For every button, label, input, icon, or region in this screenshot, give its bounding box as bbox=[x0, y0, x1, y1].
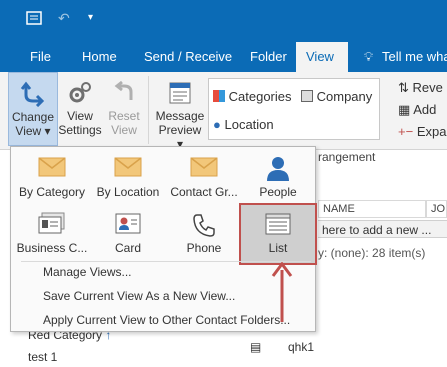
ribbon-tabs: File Home Send / Receive Folder View 💡︎ … bbox=[0, 42, 447, 72]
tab-folder[interactable]: Folder bbox=[240, 42, 297, 72]
change-view-button[interactable]: Change View ▾ bbox=[8, 72, 58, 146]
view-contact-groups[interactable]: Contact Gr... bbox=[165, 149, 243, 209]
annotation-arrow-icon bbox=[271, 262, 293, 322]
location-icon: ● bbox=[213, 117, 221, 132]
reverse-sort-button[interactable]: ⇅ Reve bbox=[398, 80, 443, 96]
ribbon: Change View ▾ View Settings Reset View M… bbox=[0, 72, 447, 151]
add-columns-icon: ▦ bbox=[398, 102, 411, 117]
message-preview-button[interactable]: Message Preview ▾ bbox=[154, 72, 206, 151]
arrangement-company[interactable]: Company bbox=[301, 89, 372, 104]
view-settings-label: View bbox=[67, 109, 93, 123]
tab-file[interactable]: File bbox=[20, 42, 61, 72]
view-people[interactable]: People bbox=[239, 149, 317, 209]
customize-qat-icon[interactable]: ▾ bbox=[88, 12, 93, 23]
tab-tell-me[interactable]: 💡︎ Tell me wha bbox=[356, 42, 447, 72]
add-new-row[interactable]: here to add a new ... bbox=[318, 220, 447, 238]
message-preview-label: Message bbox=[155, 109, 205, 123]
change-view-icon bbox=[20, 81, 45, 108]
title-bar: ↶ ▾ bbox=[0, 0, 447, 42]
reset-view-label: Reset bbox=[108, 109, 140, 123]
filter-status: y: (none): 28 item(s) bbox=[318, 246, 426, 260]
jo-column-header[interactable]: JO bbox=[426, 200, 447, 218]
envelope-icon bbox=[114, 157, 142, 177]
manage-views-menu-item[interactable]: Manage Views... bbox=[43, 265, 132, 279]
view-by-category[interactable]: By Category bbox=[13, 149, 91, 209]
contact-card-small-icon: ▤ bbox=[250, 340, 262, 354]
list-item[interactable]: test 1 bbox=[28, 350, 57, 364]
view-settings-label-2: Settings bbox=[58, 123, 102, 137]
arrangement-location[interactable]: ● Location bbox=[213, 117, 274, 132]
envelope-icon bbox=[190, 157, 218, 177]
undo-icon[interactable]: ↶ bbox=[58, 10, 70, 27]
tab-send-receive[interactable]: Send / Receive bbox=[134, 42, 242, 72]
reset-icon bbox=[114, 80, 133, 100]
menu-divider bbox=[21, 261, 311, 262]
save-current-view-menu-item[interactable]: Save Current View As a New View... bbox=[43, 289, 235, 303]
envelope-icon bbox=[38, 157, 66, 177]
reset-view-button[interactable]: Reset View bbox=[104, 72, 144, 146]
message-preview-icon bbox=[169, 82, 191, 104]
business-card-icon bbox=[38, 212, 65, 234]
building-icon bbox=[301, 90, 313, 102]
phone-icon bbox=[193, 214, 215, 237]
contact-list: Red Category ↑ test 1 ▤ qhk1 bbox=[0, 328, 447, 367]
expand-collapse-button[interactable]: +− Expa bbox=[398, 124, 446, 139]
view-settings-button[interactable]: View Settings bbox=[58, 72, 102, 146]
list-icon bbox=[265, 213, 291, 235]
change-view-label: Change bbox=[11, 110, 55, 124]
name-column-header[interactable]: NAME bbox=[318, 200, 426, 218]
categories-icon bbox=[213, 90, 225, 102]
view-card[interactable]: Card bbox=[89, 205, 167, 265]
tell-me-label: Tell me wha bbox=[382, 49, 447, 64]
reset-view-label-2: View bbox=[111, 123, 137, 137]
person-icon bbox=[267, 157, 289, 181]
arrangement-gallery: Categories Company ● Location bbox=[208, 78, 380, 140]
add-columns-button[interactable]: ▦ Add bbox=[398, 102, 436, 118]
contact-card-icon bbox=[115, 213, 141, 234]
ribbon-divider bbox=[148, 76, 149, 144]
tab-view[interactable]: View bbox=[296, 42, 348, 72]
sort-icon: ⇅ bbox=[398, 80, 409, 95]
change-view-label-2: View ▾ bbox=[15, 124, 51, 138]
view-business-card[interactable]: Business C... bbox=[13, 205, 91, 265]
gear-icon bbox=[69, 82, 91, 103]
view-phone[interactable]: Phone bbox=[165, 205, 243, 265]
tab-home[interactable]: Home bbox=[72, 42, 127, 72]
arrangement-group-label: rangement bbox=[318, 150, 376, 164]
expand-icon: +− bbox=[398, 124, 414, 139]
outlook-icon bbox=[26, 10, 42, 29]
arrangement-categories[interactable]: Categories bbox=[213, 89, 292, 104]
view-by-location[interactable]: By Location bbox=[89, 149, 167, 209]
list-item[interactable]: qhk1 bbox=[288, 340, 314, 354]
lightbulb-icon: 💡︎ bbox=[364, 49, 374, 64]
view-list[interactable]: List bbox=[239, 203, 317, 265]
apply-current-view-menu-item[interactable]: Apply Current View to Other Contact Fold… bbox=[43, 313, 290, 327]
